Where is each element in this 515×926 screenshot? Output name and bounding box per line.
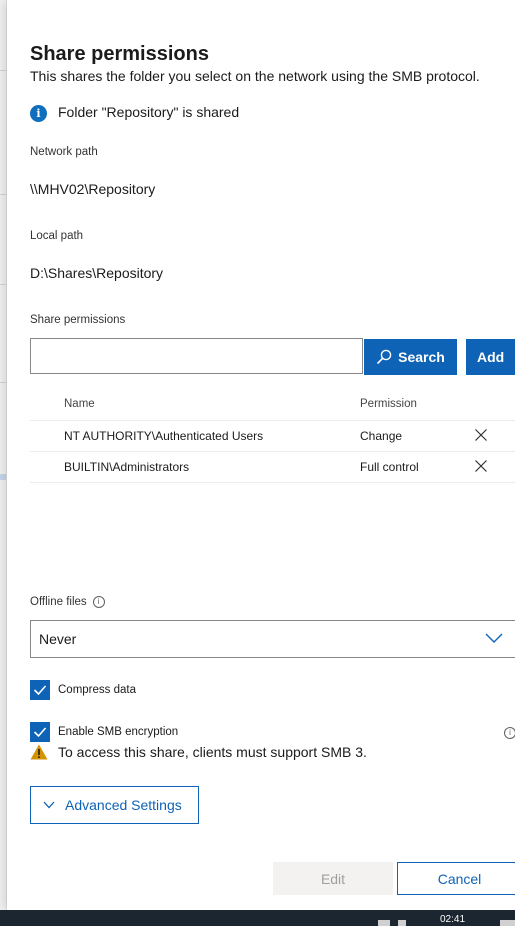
advanced-settings-label: Advanced Settings bbox=[65, 797, 182, 813]
chevron-down-icon bbox=[485, 633, 503, 643]
checkmark-icon bbox=[33, 727, 47, 738]
panel-subtitle: This shares the folder you select on the… bbox=[30, 68, 480, 84]
tray-icon[interactable] bbox=[398, 920, 406, 926]
smb-encryption-checkbox[interactable] bbox=[30, 722, 50, 742]
smb-encryption-info-icon[interactable]: i bbox=[504, 727, 515, 739]
checkmark-icon bbox=[33, 685, 47, 696]
row-name: NT AUTHORITY\Authenticated Users bbox=[64, 429, 264, 443]
taskbar: 02:41 bbox=[0, 910, 515, 926]
show-desktop-button[interactable] bbox=[500, 920, 515, 926]
smb3-warning-message: To access this share, clients must suppo… bbox=[58, 744, 367, 760]
shared-status-message: Folder "Repository" is shared bbox=[58, 104, 240, 120]
info-icon: i bbox=[30, 105, 47, 122]
local-path-value: D:\Shares\Repository bbox=[30, 265, 164, 281]
table-header-row: Name Permission bbox=[30, 390, 515, 421]
compress-data-label[interactable]: Compress data bbox=[58, 684, 136, 696]
advanced-settings-button[interactable]: Advanced Settings bbox=[30, 786, 199, 824]
taskbar-clock[interactable]: 02:41 bbox=[440, 915, 465, 925]
remove-icon[interactable] bbox=[474, 428, 488, 442]
offline-files-info-icon[interactable]: i bbox=[92, 596, 105, 608]
search-icon bbox=[377, 349, 392, 365]
offline-files-dropdown[interactable]: Never bbox=[30, 620, 515, 658]
remove-icon[interactable] bbox=[474, 459, 488, 473]
offline-files-label-group: Offline files i bbox=[30, 596, 105, 608]
chevron-down-icon bbox=[43, 801, 55, 809]
add-button[interactable]: Add bbox=[466, 339, 515, 375]
cancel-button[interactable]: Cancel bbox=[397, 862, 515, 895]
offline-files-selected-value: Never bbox=[39, 631, 77, 647]
network-path-label: Network path bbox=[30, 146, 98, 158]
panel-title: Share permissions bbox=[30, 43, 209, 65]
search-button[interactable]: Search bbox=[364, 339, 457, 375]
network-path-value: \\MHV02\Repository bbox=[30, 181, 156, 197]
smb-encryption-label[interactable]: Enable SMB encryption bbox=[58, 726, 178, 738]
offline-files-label: Offline files bbox=[30, 596, 87, 608]
tray-icon[interactable] bbox=[378, 920, 390, 926]
edit-button[interactable]: Edit bbox=[273, 862, 393, 895]
permissions-table: Name Permission NT AUTHORITY\Authenticat… bbox=[30, 390, 515, 483]
row-name: BUILTIN\Administrators bbox=[64, 460, 190, 474]
table-row[interactable]: NT AUTHORITY\Authenticated Users Change bbox=[30, 421, 515, 452]
column-header-permission[interactable]: Permission bbox=[360, 398, 417, 410]
share-permissions-panel: Share permissions This shares the folder… bbox=[7, 0, 515, 910]
compress-data-checkbox[interactable] bbox=[30, 680, 50, 700]
row-permission: Full control bbox=[360, 460, 419, 474]
cancel-button-label: Cancel bbox=[437, 870, 482, 887]
add-button-label: Add bbox=[477, 349, 505, 365]
permission-search-input[interactable] bbox=[30, 338, 363, 374]
share-permissions-label: Share permissions bbox=[30, 314, 126, 326]
search-button-label: Search bbox=[398, 349, 445, 365]
local-path-label: Local path bbox=[30, 230, 84, 242]
row-permission: Change bbox=[360, 429, 403, 443]
background-page-strip bbox=[0, 0, 7, 910]
warning-icon bbox=[30, 744, 48, 760]
table-row[interactable]: BUILTIN\Administrators Full control bbox=[30, 452, 515, 483]
edit-button-label: Edit bbox=[320, 870, 346, 887]
column-header-name[interactable]: Name bbox=[64, 398, 95, 410]
